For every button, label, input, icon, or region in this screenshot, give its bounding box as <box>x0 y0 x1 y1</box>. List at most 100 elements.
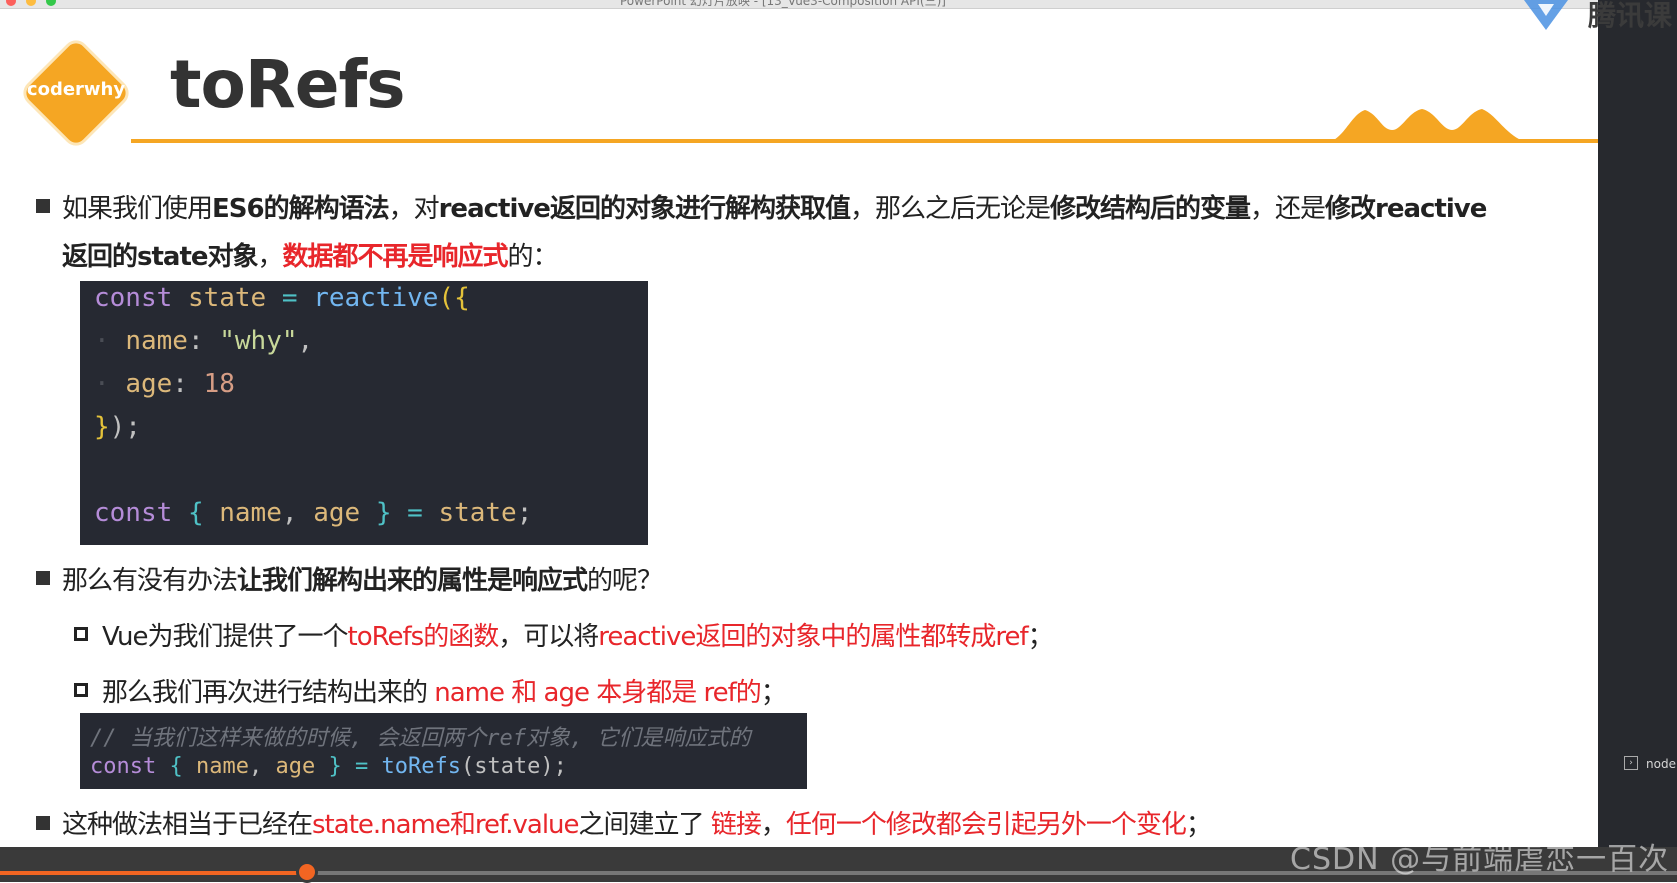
code-token: const <box>94 498 173 528</box>
code-line: const state = reactive({ <box>94 283 470 313</box>
progress-scrubber-handle[interactable] <box>296 861 318 883</box>
text-segment: Vue为我们提供了一个 <box>102 622 348 652</box>
code-token: { <box>454 283 470 313</box>
code-token: { <box>169 754 183 779</box>
text-emphasis: 链接 <box>710 810 762 840</box>
text-bold: 修改reactive <box>1325 194 1487 224</box>
code-token: } <box>375 498 392 528</box>
logo-text: coderwhy <box>26 79 126 100</box>
text-bold: reactive返回的对象进行解构获取值 <box>438 194 851 224</box>
text-segment: 这种做法相当于已经在 <box>62 810 313 840</box>
code-token: "why" <box>219 326 298 356</box>
bullet-marker <box>36 199 50 213</box>
code-block-torefs: // 当我们这样来做的时候, 会返回两个ref对象, 它们是响应式的 const… <box>80 713 807 789</box>
text-segment: ，那么之后无论是 <box>849 194 1051 224</box>
code-token: { <box>187 498 204 528</box>
code-token: , <box>297 326 314 356</box>
code-token: , <box>281 498 298 528</box>
mountains-decoration-icon <box>1330 109 1526 142</box>
sub-bullet-2-line: 那么我们再次进行结构出来的 name 和 age 本身都是 ref的； <box>102 672 787 709</box>
text-segment: ； <box>760 678 787 708</box>
bullet-3-line: 这种做法相当于已经在state.name和ref.value之间建立了 链接，任… <box>62 804 1212 841</box>
code-token: (state); <box>460 754 567 779</box>
text-segment: ； <box>1185 810 1212 840</box>
code-token: } <box>328 754 342 779</box>
code-token: state <box>187 283 267 313</box>
code-token: age <box>313 498 361 528</box>
code-token: : <box>187 326 204 356</box>
code-line: · name: "why", <box>94 326 314 356</box>
text-emphasis: reactive返回的对象中的属性都转成ref <box>598 622 1028 652</box>
code-token: = <box>407 498 423 528</box>
text-segment: 那么有没有办法 <box>62 566 238 596</box>
code-token: // 当我们这样来做的时候, 会返回两个ref对象, 它们是响应式的 <box>90 726 751 751</box>
code-line: · age: 18 <box>94 369 235 399</box>
text-segment: 那么我们再次进行结构出来的 <box>102 678 435 708</box>
window-titlebar: PowerPoint 幻灯片放映 - [13_Vue3-Composition … <box>0 0 1600 9</box>
bullet-1-line-2: 返回的state对象，数据都不再是响应式的： <box>62 236 559 273</box>
text-segment: ； <box>1027 622 1054 652</box>
code-token: age <box>275 754 316 779</box>
sub-bullet-marker <box>74 683 88 697</box>
code-line: }); <box>94 412 141 442</box>
text-emphasis: name 和 age 本身都是 ref的 <box>434 678 761 708</box>
code-token: const <box>94 283 173 313</box>
terminal-node-label[interactable]: node <box>1646 757 1676 771</box>
text-bold: 返回的state对象 <box>62 242 259 272</box>
text-segment: 之间建立了 <box>578 810 711 840</box>
terminal-icon[interactable]: › <box>1624 756 1638 770</box>
code-token: toRefs <box>381 754 461 779</box>
slide-title: toRefs <box>170 46 405 123</box>
minimize-window-button[interactable] <box>26 0 36 6</box>
text-segment: 如果我们使用 <box>62 194 213 224</box>
code-line: const { name, age } = toRefs(state); <box>90 754 567 779</box>
code-token: state <box>438 498 517 528</box>
code-token: ; <box>516 498 533 528</box>
text-bold: 让我们解构出来的属性是响应式 <box>237 566 588 596</box>
code-token: const <box>90 754 157 779</box>
code-token: } <box>94 412 110 442</box>
brand-text: 腾讯课 <box>1588 0 1673 32</box>
code-block-reactive: const state = reactive({ · name: "why", … <box>80 281 648 545</box>
bullet-1-line-1: 如果我们使用ES6的解构语法，对reactive返回的对象进行解构获取值，那么之… <box>62 188 1487 225</box>
text-emphasis: toRefs的函数 <box>347 622 500 652</box>
text-bold: 修改结构后的变量 <box>1049 194 1251 224</box>
text-segment: ，可以将 <box>498 622 599 652</box>
close-window-button[interactable] <box>6 0 16 6</box>
code-token: ( <box>438 283 455 313</box>
progress-fill <box>0 871 307 875</box>
text-emphasis: state.name和ref.value <box>312 810 580 840</box>
text-emphasis: 数据都不再是响应式 <box>282 242 509 272</box>
text-segment: 的： <box>507 242 559 272</box>
text-segment: ， <box>257 242 284 272</box>
code-line: const { name, age } = state; <box>94 498 532 528</box>
tencent-classroom-logo-icon <box>1524 0 1568 30</box>
sub-bullet-marker <box>74 627 88 641</box>
code-token: , <box>248 754 263 779</box>
csdn-watermark: CSDN @与前端虐恋一百次 <box>1290 842 1670 877</box>
text-emphasis: 任何一个修改都会引起另外一个变化 <box>785 810 1187 840</box>
code-comment: // 当我们这样来做的时候, 会返回两个ref对象, 它们是响应式的 <box>90 720 750 752</box>
code-token: 18 <box>203 369 235 399</box>
code-token: reactive <box>313 283 439 313</box>
text-segment: ， <box>760 810 787 840</box>
bullet-marker <box>36 816 50 830</box>
text-bold: ES6的解构语法 <box>212 194 390 224</box>
code-token: name <box>219 498 282 528</box>
code-token: name <box>195 754 249 779</box>
text-segment: ，还是 <box>1249 194 1326 224</box>
code-token: age <box>125 369 173 399</box>
window-title: PowerPoint 幻灯片放映 - [13_Vue3-Composition … <box>620 0 946 8</box>
code-token: ); <box>109 412 141 442</box>
sub-bullet-1-line: Vue为我们提供了一个toRefs的函数，可以将reactive返回的对象中的属… <box>102 616 1054 653</box>
code-token: : <box>172 369 188 399</box>
zoom-window-button[interactable] <box>46 0 56 6</box>
text-segment: ，对 <box>388 194 440 224</box>
code-token: = <box>281 283 298 313</box>
bullet-marker <box>36 571 50 585</box>
code-token: = <box>354 754 369 779</box>
right-side-panel <box>1598 0 1677 882</box>
code-token: name <box>125 326 188 356</box>
text-segment: 的呢？ <box>587 566 663 596</box>
bullet-2-line: 那么有没有办法让我们解构出来的属性是响应式的呢？ <box>62 560 663 597</box>
